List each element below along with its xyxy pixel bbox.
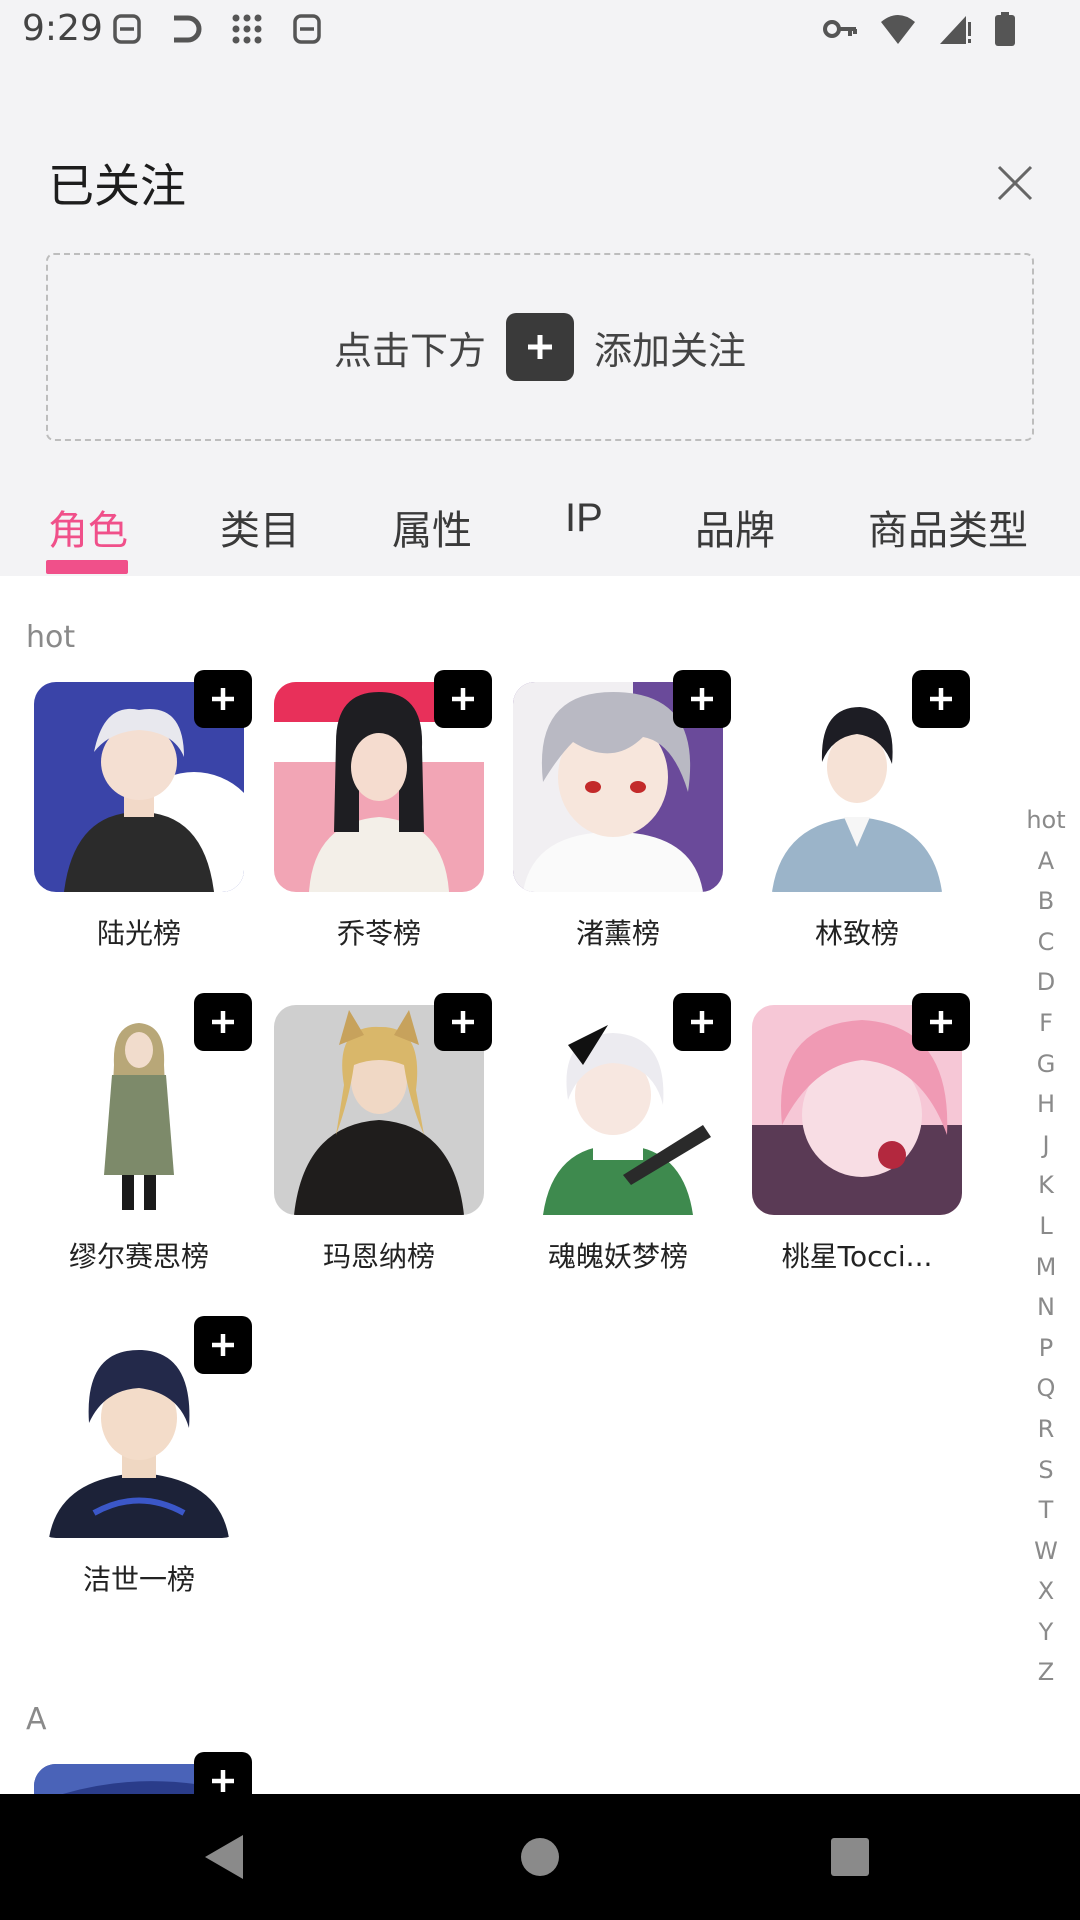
index-item[interactable]: K <box>1008 1165 1080 1206</box>
add-follow-button[interactable] <box>194 993 252 1051</box>
role-name: 桃星Tocci... <box>781 1240 933 1273</box>
role-name: 缪尔赛思榜 <box>68 1240 209 1273</box>
index-item[interactable]: P <box>1008 1328 1080 1369</box>
index-item[interactable]: C <box>1008 922 1080 963</box>
section-label-hot: hot <box>26 620 76 655</box>
tab-product-type[interactable]: 商品类型 <box>868 498 1028 556</box>
add-follow-button[interactable] <box>434 670 492 728</box>
plus-icon <box>506 313 574 381</box>
role-name: 陆光榜 <box>96 917 181 950</box>
category-tabs: 角色 类目 属性 IP 品牌 商品类型 <box>0 488 1080 576</box>
tab-role[interactable]: 角色 <box>48 498 128 556</box>
role-list[interactable]: hot 陆光榜 乔苓榜 渚薰榜 林致榜 缪尔赛思榜 玛恩纳榜 魂魄妖梦榜 桃星T… <box>0 576 1080 1794</box>
status-bar: 9:29 <box>0 0 1080 64</box>
follow-hint: 点击下方 添加关注 <box>48 255 1032 439</box>
signal-icon <box>940 16 971 44</box>
index-item[interactable]: X <box>1008 1571 1080 1612</box>
add-follow-button[interactable] <box>673 670 731 728</box>
add-follow-button[interactable] <box>194 1752 252 1794</box>
index-item[interactable]: R <box>1008 1409 1080 1450</box>
index-item[interactable]: B <box>1008 881 1080 922</box>
add-follow-button[interactable] <box>194 670 252 728</box>
add-follow-button[interactable] <box>673 993 731 1051</box>
tab-attribute[interactable]: 属性 <box>392 498 472 556</box>
page-title: 已关注 <box>48 159 186 213</box>
followed-empty-box: 点击下方 添加关注 <box>46 253 1034 441</box>
index-item[interactable]: Y <box>1008 1612 1080 1653</box>
index-item[interactable]: D <box>1008 962 1080 1003</box>
role-name: 林致榜 <box>814 917 899 950</box>
index-item[interactable]: F <box>1008 1003 1080 1044</box>
index-item[interactable]: G <box>1008 1044 1080 1085</box>
role-name: 洁世一榜 <box>82 1563 195 1596</box>
home-icon[interactable] <box>510 1827 570 1887</box>
follow-hint-prefix: 点击下方 <box>333 328 486 373</box>
close-icon[interactable] <box>995 163 1035 203</box>
notification-app-icon-2 <box>293 14 321 44</box>
status-time: 9:29 <box>22 8 103 49</box>
active-tab-indicator <box>46 560 128 574</box>
index-item[interactable]: T <box>1008 1490 1080 1531</box>
back-icon[interactable] <box>195 1827 255 1887</box>
index-item[interactable]: M <box>1008 1247 1080 1288</box>
role-name: 渚薰榜 <box>575 917 660 950</box>
tab-brand[interactable]: 品牌 <box>695 498 775 556</box>
recents-icon[interactable] <box>820 1827 880 1887</box>
role-name: 玛恩纳榜 <box>322 1240 435 1273</box>
index-item[interactable]: W <box>1008 1531 1080 1572</box>
notification-icons <box>110 12 324 46</box>
follow-hint-suffix: 添加关注 <box>594 328 747 373</box>
index-item[interactable]: A <box>1008 841 1080 882</box>
section-label-a: A <box>26 1702 47 1737</box>
notification-d-icon <box>174 15 202 43</box>
wifi-icon <box>881 15 915 44</box>
index-item[interactable]: hot <box>1008 800 1080 841</box>
battery-icon <box>995 12 1015 46</box>
system-icons <box>822 12 1016 46</box>
index-item[interactable]: Q <box>1008 1368 1080 1409</box>
role-name: 魂魄妖梦榜 <box>547 1240 688 1273</box>
index-item[interactable]: N <box>1008 1287 1080 1328</box>
index-item[interactable]: Z <box>1008 1652 1080 1693</box>
add-follow-button[interactable] <box>912 670 970 728</box>
vpn-key-icon <box>823 20 857 38</box>
tab-ip[interactable]: IP <box>565 496 603 541</box>
role-name: 乔苓榜 <box>336 917 421 950</box>
index-item[interactable]: L <box>1008 1206 1080 1247</box>
add-follow-button[interactable] <box>912 993 970 1051</box>
dots-grid-icon <box>232 14 262 44</box>
system-nav-bar <box>0 1794 1080 1920</box>
index-item[interactable]: H <box>1008 1084 1080 1125</box>
add-follow-button[interactable] <box>194 1316 252 1374</box>
index-item[interactable]: S <box>1008 1450 1080 1491</box>
add-follow-button[interactable] <box>434 993 492 1051</box>
notification-app-icon <box>113 14 141 44</box>
tab-category[interactable]: 类目 <box>220 498 300 556</box>
index-item[interactable]: J <box>1008 1125 1080 1166</box>
alphabet-index[interactable]: hot A B C D F G H J K L M N P Q R S T W … <box>1008 800 1080 1693</box>
